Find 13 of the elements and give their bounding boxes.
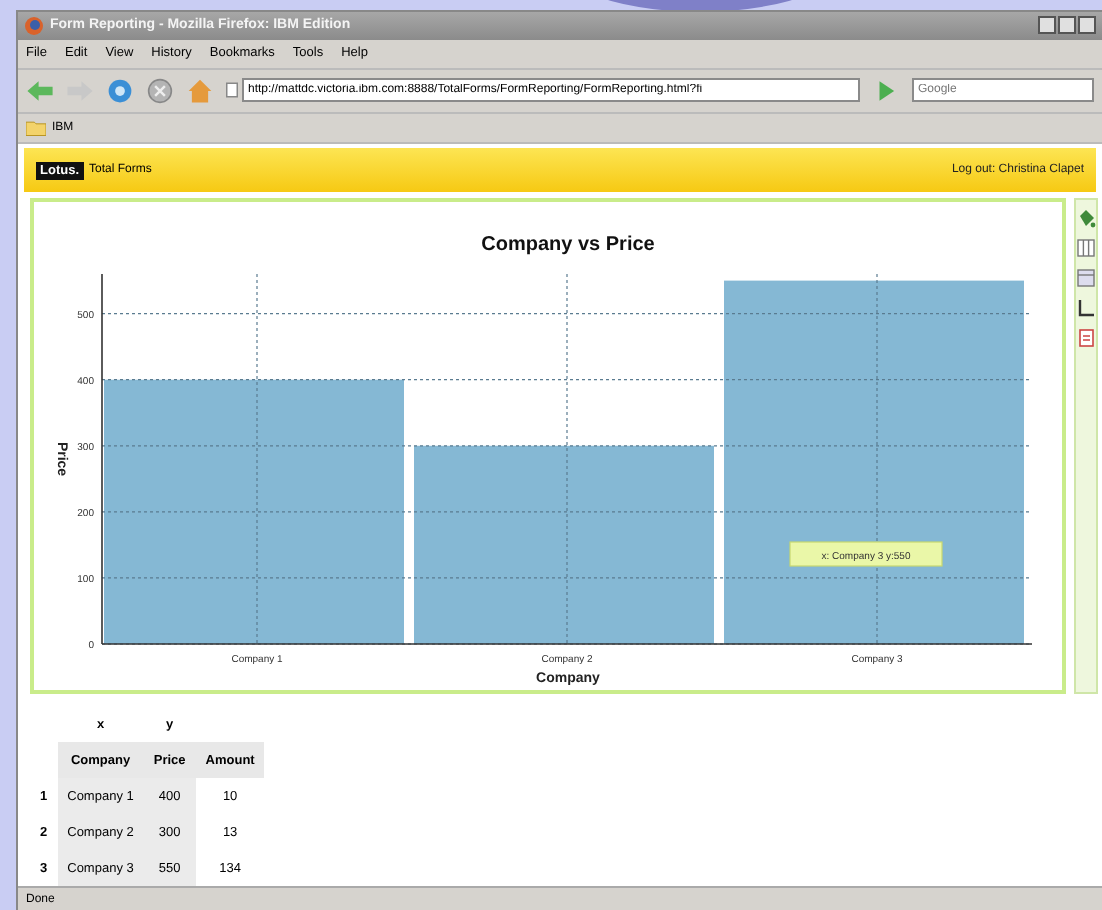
paint-bucket-icon[interactable] xyxy=(1076,208,1096,229)
page-icon xyxy=(226,82,238,99)
axes-icon[interactable] xyxy=(1076,298,1096,319)
stop-icon[interactable] xyxy=(146,77,174,104)
globe-icon xyxy=(24,15,44,36)
document-icon[interactable] xyxy=(1076,328,1096,349)
close-button[interactable] xyxy=(1078,16,1096,35)
chart-title: Company vs Price xyxy=(481,234,655,257)
minimize-button[interactable] xyxy=(1038,16,1056,35)
columns-icon[interactable] xyxy=(1076,238,1096,259)
maximize-button[interactable] xyxy=(1058,16,1076,35)
reload-icon[interactable] xyxy=(106,77,134,104)
table-icon[interactable] xyxy=(1076,268,1096,289)
